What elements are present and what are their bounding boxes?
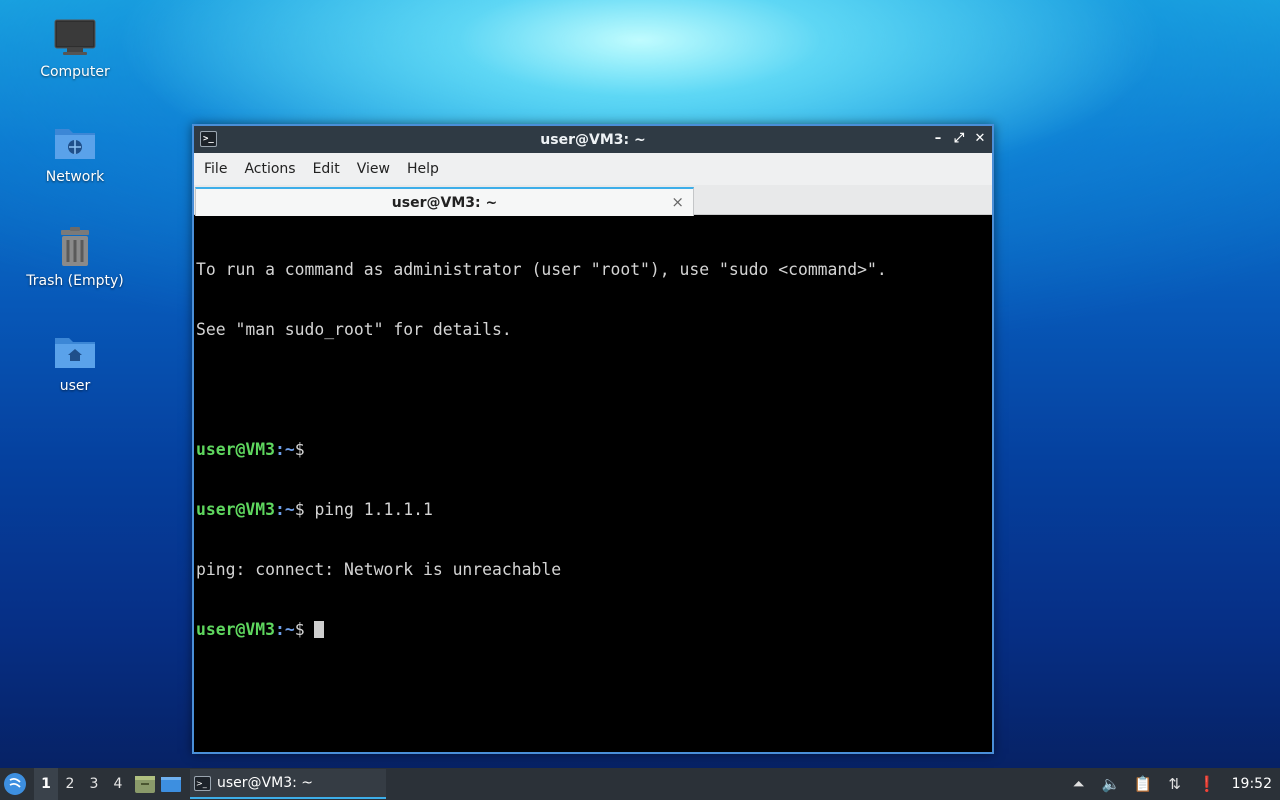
terminal-output[interactable]: To run a command as administrator (user … [194, 217, 992, 752]
menubar: File Actions Edit View Help [194, 153, 992, 185]
prompt-user: user@VM3 [196, 620, 275, 639]
workspace-2[interactable]: 2 [58, 768, 82, 800]
start-menu-button[interactable] [4, 773, 26, 795]
desktop-icon-label: user [59, 378, 91, 394]
computer-icon [54, 19, 96, 55]
network-disconnected-icon[interactable]: ⇅ [1166, 775, 1184, 793]
menu-file[interactable]: File [196, 161, 235, 177]
close-icon[interactable]: ✕ [974, 131, 986, 147]
prompt-command: $ [294, 620, 315, 639]
terminal-app-icon: >_ [200, 131, 217, 147]
terminal-prompt-line: user@VM3:~$ [196, 440, 990, 460]
menu-view[interactable]: View [349, 161, 398, 177]
home-folder-icon [55, 338, 95, 368]
desktop-icon-label: Trash (Empty) [26, 273, 124, 289]
workspace-1[interactable]: 1 [34, 768, 58, 800]
file-manager-launcher-icon[interactable] [134, 774, 156, 794]
terminal-line: ping: connect: Network is unreachable [196, 560, 562, 579]
minimize-icon[interactable]: – [932, 131, 944, 147]
desktop-icon-network[interactable]: Network [15, 121, 135, 185]
lubuntu-logo-icon [5, 774, 25, 794]
menu-edit[interactable]: Edit [305, 161, 348, 177]
tab-terminal[interactable]: user@VM3: ~ × [195, 187, 694, 216]
terminal-prompt-line: user@VM3:~$ [196, 620, 990, 640]
show-desktop-icon[interactable] [160, 774, 182, 794]
clock[interactable]: 19:52 [1232, 776, 1272, 792]
terminal-line: To run a command as administrator (user … [196, 260, 887, 279]
prompt-path: :~ [274, 440, 295, 459]
tab-label: user@VM3: ~ [391, 194, 498, 211]
volume-icon[interactable]: 🔈 [1102, 775, 1121, 793]
prompt-user: user@VM3 [196, 500, 275, 519]
menu-help[interactable]: Help [399, 161, 447, 177]
terminal-window[interactable]: >_ user@VM3: ~ – ⤢ ✕ File Actions Edit V… [192, 124, 994, 754]
trash-icon [61, 227, 89, 266]
taskbar-item-terminal[interactable]: >_ user@VM3: ~ [190, 769, 386, 799]
maximize-icon[interactable]: ⤢ [953, 131, 965, 147]
workspace-3[interactable]: 3 [82, 768, 106, 800]
prompt-user: user@VM3 [196, 440, 275, 459]
workspace-4[interactable]: 4 [106, 768, 130, 800]
tray-expand-icon[interactable]: ⏶ [1070, 775, 1088, 793]
prompt-command: $ ping 1.1.1.1 [294, 500, 433, 519]
prompt-command: $ [294, 440, 305, 459]
menu-actions[interactable]: Actions [236, 161, 303, 177]
clipboard-icon[interactable]: 📋 [1134, 775, 1153, 793]
desktop-icon-trash[interactable]: Trash (Empty) [15, 225, 135, 289]
tab-bar: user@VM3: ~ × [194, 185, 992, 216]
update-notifier-icon[interactable]: ❗ [1198, 775, 1217, 793]
desktop-icon-user[interactable]: user [15, 330, 135, 394]
terminal-prompt-line: user@VM3:~$ ping 1.1.1.1 [196, 500, 990, 520]
desktop-icon-label: Network [45, 169, 105, 185]
system-tray: ⏶ 🔈 📋 ⇅ ❗ 19:52 [1070, 775, 1280, 793]
tab-close-icon[interactable]: × [671, 193, 684, 211]
window-title: user@VM3: ~ [540, 131, 646, 148]
desktop-icon-computer[interactable]: Computer [15, 16, 135, 80]
terminal-cursor [314, 621, 325, 638]
terminal-task-icon: >_ [194, 775, 211, 791]
desktop-icon-label: Computer [40, 64, 110, 80]
network-folder-icon [55, 129, 95, 159]
taskbar-item-label: user@VM3: ~ [217, 775, 313, 791]
prompt-path: :~ [274, 620, 295, 639]
taskbar: 1 2 3 4 >_ user@VM3: ~ ⏶ 🔈 📋 ⇅ ❗ 19:52 [0, 768, 1280, 800]
window-controls: – ⤢ ✕ [932, 131, 986, 147]
window-titlebar[interactable]: >_ user@VM3: ~ – ⤢ ✕ [194, 126, 992, 153]
prompt-path: :~ [274, 500, 295, 519]
terminal-line: See "man sudo_root" for details. [196, 320, 512, 339]
